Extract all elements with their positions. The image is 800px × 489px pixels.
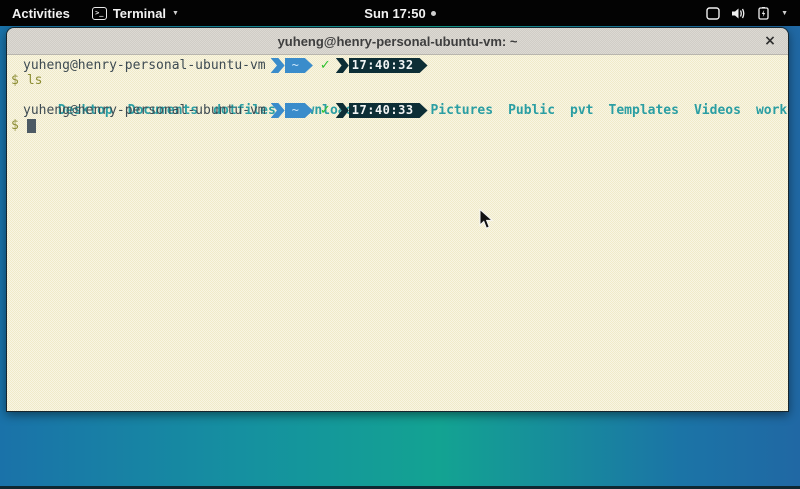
shell-prompt-symbol: $	[11, 118, 19, 133]
file-name: workspace	[756, 103, 789, 118]
battery-charging-icon	[757, 7, 770, 20]
prompt-user-host: yuheng@henry-personal-ubuntu-vm	[23, 103, 266, 118]
app-menu-label: Terminal	[113, 6, 166, 21]
close-icon[interactable]: ×	[761, 32, 779, 50]
clock-button[interactable]: Sun 17:50	[364, 6, 425, 21]
checkmark-icon: ✓	[320, 58, 331, 73]
prompt-line-1: yuheng@henry-personal-ubuntu-vm ~ ✓ 17:4…	[11, 58, 788, 73]
powerline-chevron-icon	[271, 58, 285, 73]
window-titlebar[interactable]: yuheng@henry-personal-ubuntu-vm: ~ ×	[7, 28, 788, 55]
file-name: Videos	[694, 103, 741, 118]
terminal-content[interactable]: yuheng@henry-personal-ubuntu-vm ~ ✓ 17:4…	[7, 55, 788, 412]
command-line: $ ls	[11, 73, 788, 88]
notification-dot-icon	[431, 11, 436, 16]
checkmark-icon: ✓	[320, 103, 331, 118]
gnome-top-bar: Activities >_ Terminal ▼ Sun 17:50 ▼	[0, 0, 800, 26]
file-name: Templates	[609, 103, 679, 118]
file-name: Public	[508, 103, 555, 118]
window-title: yuheng@henry-personal-ubuntu-vm: ~	[278, 34, 518, 49]
typed-command: ls	[27, 73, 43, 88]
terminal-icon: >_	[92, 7, 107, 20]
volume-icon	[731, 7, 746, 20]
powerline-chevron-icon	[336, 58, 349, 73]
file-name: Pictures	[430, 103, 493, 118]
ls-output-line: DesktopDocumentsdotfilesDownloadsMusicPi…	[11, 88, 788, 103]
file-name: pvt	[570, 103, 593, 118]
prompt-cwd-segment: ~	[285, 58, 313, 73]
prompt-time-segment: 17:40:33	[349, 103, 428, 118]
prompt-user-host: yuheng@henry-personal-ubuntu-vm	[23, 58, 266, 73]
screen-indicator-icon	[706, 7, 720, 20]
terminal-cursor	[27, 119, 36, 133]
activities-button[interactable]: Activities	[0, 0, 82, 26]
prompt-time-segment: 17:40:32	[349, 58, 428, 73]
chevron-down-icon: ▼	[172, 10, 179, 17]
system-status-menu[interactable]: ▼	[694, 0, 800, 26]
chevron-down-icon: ▼	[781, 10, 788, 17]
shell-prompt-symbol: $	[11, 73, 19, 88]
app-menu-terminal[interactable]: >_ Terminal ▼	[82, 0, 189, 26]
terminal-window: yuheng@henry-personal-ubuntu-vm: ~ × yuh…	[6, 27, 789, 412]
input-line: $	[11, 118, 788, 133]
activities-label: Activities	[12, 6, 70, 21]
